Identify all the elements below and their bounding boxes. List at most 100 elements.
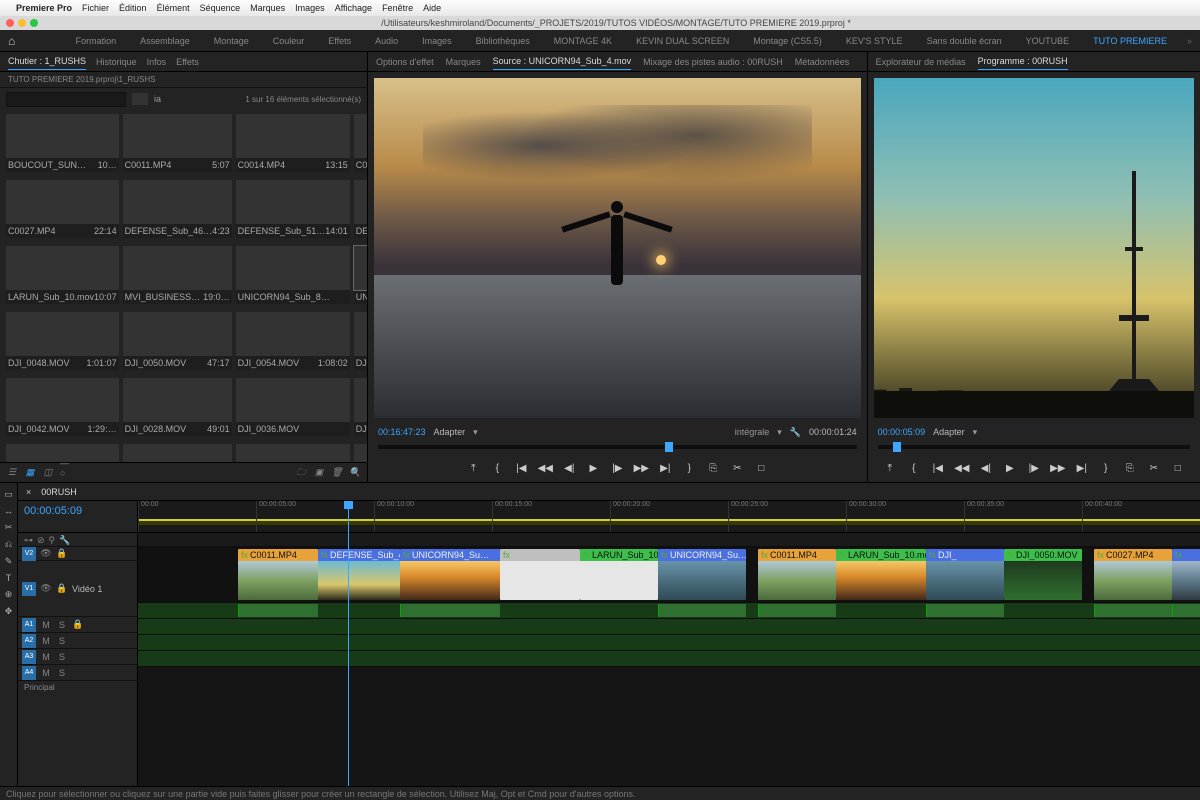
source-scrub[interactable] xyxy=(368,440,867,454)
clip-thumbnail[interactable]: BOUCOUT_SUN…10… xyxy=(6,114,119,176)
wrench-icon[interactable]: 🔧 xyxy=(59,535,70,544)
find-icon[interactable]: 🔍 xyxy=(349,467,361,479)
transport-button[interactable]: { xyxy=(490,461,504,475)
ws-item[interactable]: Assemblage xyxy=(136,34,194,48)
timeline-audio-clip[interactable] xyxy=(926,604,1004,617)
new-item-icon[interactable]: ▣ xyxy=(313,467,325,479)
lane-v1[interactable]: fxC0011.MP4fxDEFENSE_Sub_46…fxUNICORN94_… xyxy=(138,547,1200,603)
track-target[interactable]: V2 xyxy=(22,547,36,561)
ws-item[interactable]: Montage xyxy=(210,34,253,48)
link-icon[interactable]: ⊘ xyxy=(37,535,45,544)
clip-thumbnail[interactable]: DJI_0126.MOV xyxy=(236,444,350,462)
mute-icon[interactable]: M xyxy=(40,635,52,647)
track-header-a3[interactable]: A3 M S xyxy=(18,649,137,665)
tab-audio-mixer[interactable]: Mixage des pistes audio : 00RUSH xyxy=(643,54,783,70)
transport-button[interactable]: ▶▶ xyxy=(1051,461,1065,475)
ws-item[interactable]: Images xyxy=(418,34,456,48)
chevron-down-icon[interactable]: ▾ xyxy=(973,427,978,438)
eye-icon[interactable]: 👁 xyxy=(40,548,52,560)
transport-button[interactable]: ▶ xyxy=(586,461,600,475)
ws-item[interactable]: Formation xyxy=(72,34,121,48)
lane-a3[interactable] xyxy=(138,635,1200,651)
transport-button[interactable]: ▶ xyxy=(1003,461,1017,475)
transport-button[interactable]: ◀◀ xyxy=(955,461,969,475)
timeline-clip[interactable]: fxC0011.MP4 xyxy=(238,549,318,600)
list-view-icon[interactable]: ☰ xyxy=(6,467,18,479)
tool-button[interactable]: ▭ xyxy=(4,489,13,500)
filter-ia[interactable]: ia xyxy=(154,94,161,104)
tab-program[interactable]: Programme : 00RUSH xyxy=(978,53,1068,70)
transport-button[interactable]: ⤒ xyxy=(883,461,897,475)
transport-button[interactable]: ◀◀ xyxy=(538,461,552,475)
transport-button[interactable]: ⤒ xyxy=(466,461,480,475)
ws-item[interactable]: Audio xyxy=(371,34,402,48)
mute-icon[interactable]: M xyxy=(40,667,52,679)
solo-icon[interactable]: S xyxy=(56,635,68,647)
track-target[interactable]: A4 xyxy=(22,666,36,680)
clip-thumbnail[interactable]: DJI_0050.MOV47:17 xyxy=(123,312,232,374)
menu-clip[interactable]: Élément xyxy=(157,3,190,13)
home-icon[interactable]: ⌂ xyxy=(8,34,15,48)
timeline-clip[interactable]: fxDJI_0050.MOV xyxy=(1004,549,1082,600)
track-header-v1[interactable]: V1 👁 🔒 Vidéo 1 xyxy=(18,561,137,617)
tab-history[interactable]: Historique xyxy=(96,54,137,70)
window-maximize-icon[interactable] xyxy=(30,19,38,27)
timeline-clip[interactable]: fxLARUN_Sub_10.MO… xyxy=(580,549,658,600)
bin-icon[interactable] xyxy=(132,93,148,105)
tool-button[interactable]: T xyxy=(6,573,12,583)
lane-v2[interactable] xyxy=(138,533,1200,547)
timeline-clip[interactable]: fxLARUN_Sub_10.mov xyxy=(836,549,926,600)
clip-thumbnail[interactable]: DJI_0036.MOV xyxy=(236,378,350,440)
seq-close-icon[interactable]: × xyxy=(26,487,31,497)
clip-thumbnail[interactable]: C0027.MP422:14 xyxy=(6,180,119,242)
freeform-view-icon[interactable]: ◫ xyxy=(42,467,54,479)
ws-item[interactable]: Montage (CS5.5) xyxy=(749,34,826,48)
program-fit[interactable]: Adapter xyxy=(933,427,965,437)
clip-thumbnail[interactable]: DJI_0048.MOV1:01:07 xyxy=(6,312,119,374)
timeline-audio-clip[interactable] xyxy=(1094,604,1172,617)
track-header-a4[interactable]: A4 M S xyxy=(18,665,137,681)
lock-icon[interactable]: 🔒 xyxy=(72,619,84,631)
timeline-clip[interactable]: fxDEFENSE_Sub_46… xyxy=(318,549,400,600)
transport-button[interactable]: ▶| xyxy=(658,461,672,475)
window-close-icon[interactable] xyxy=(6,19,14,27)
time-ruler[interactable]: 00:0000:00:05:0000:00:10:0000:00:15:0000… xyxy=(138,501,1200,533)
source-fit[interactable]: Adapter xyxy=(434,427,466,437)
menu-view[interactable]: Affichage xyxy=(335,3,372,13)
ws-item[interactable]: Bibliothèques xyxy=(472,34,534,48)
menu-graphics[interactable]: Images xyxy=(295,3,325,13)
app-name[interactable]: Premiere Pro xyxy=(16,3,72,13)
transport-button[interactable]: } xyxy=(1099,461,1113,475)
tool-button[interactable]: ✥ xyxy=(5,606,13,617)
clip-thumbnail[interactable]: UNICORN94_Sub_4… xyxy=(354,246,367,308)
tab-effect-controls[interactable]: Options d'effet xyxy=(376,54,434,70)
timeline-audio-clip[interactable] xyxy=(400,604,500,617)
tab-bin[interactable]: Chutier : 1_RUSHS xyxy=(8,53,86,70)
clip-thumbnail[interactable]: DEFENSE_Sub_46…4:23 xyxy=(123,180,232,242)
new-bin-icon[interactable]: 🗀 xyxy=(295,467,307,479)
program-viewer[interactable] xyxy=(874,78,1194,418)
timeline-clip[interactable]: fxUNICORN94_Su… xyxy=(658,549,746,600)
transport-button[interactable]: ▶| xyxy=(1075,461,1089,475)
lock-icon[interactable]: 🔒 xyxy=(56,583,68,595)
wrench-icon[interactable]: 🔧 xyxy=(790,427,801,438)
source-zoom[interactable]: intégrale xyxy=(735,427,770,437)
timeline-audio-clip[interactable] xyxy=(758,604,836,617)
clip-thumbnail[interactable]: DEFENSE_Sub_51…14:01 xyxy=(236,180,350,242)
tab-info[interactable]: Infos xyxy=(147,54,167,70)
playhead[interactable] xyxy=(348,501,349,786)
tab-media-browser[interactable]: Explorateur de médias xyxy=(876,54,966,70)
ws-item[interactable]: KEVIN DUAL SCREEN xyxy=(632,34,733,48)
snap-icon[interactable]: ⊶ xyxy=(24,535,33,544)
solo-icon[interactable]: S xyxy=(56,619,68,631)
timeline-clip[interactable]: fx xyxy=(1172,549,1200,600)
timeline-timecode[interactable]: 00:00:05:09 xyxy=(18,501,137,533)
clip-thumbnail[interactable]: C0011.MP45:07 xyxy=(123,114,232,176)
timeline-clip[interactable]: fxC0011.MP4 xyxy=(758,549,836,600)
lane-a2[interactable] xyxy=(138,619,1200,635)
lock-icon[interactable]: 🔒 xyxy=(56,548,68,560)
solo-icon[interactable]: S xyxy=(56,651,68,663)
eye-icon[interactable]: 👁 xyxy=(40,583,52,595)
menu-sequence[interactable]: Séquence xyxy=(200,3,241,13)
ws-item[interactable]: Couleur xyxy=(269,34,309,48)
